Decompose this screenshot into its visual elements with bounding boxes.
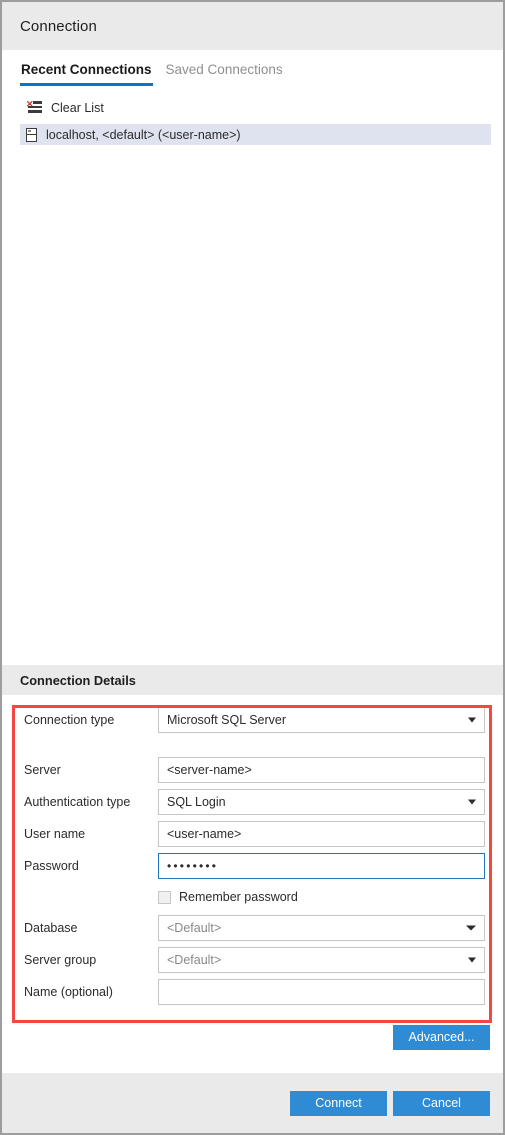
chevron-down-icon <box>466 925 476 931</box>
name-optional-label: Name (optional) <box>24 985 113 999</box>
server-value: <server-name> <box>167 763 252 777</box>
tab-saved-connections[interactable]: Saved Connections <box>165 62 284 87</box>
database-value: <Default> <box>167 921 222 935</box>
server-group-value: <Default> <box>167 953 222 967</box>
advanced-area: Advanced... <box>2 1011 503 1073</box>
connection-details-body: Connection type Microsoft SQL Server Ser… <box>2 695 503 1011</box>
chevron-down-icon <box>468 957 476 963</box>
user-name-label: User name <box>24 827 86 841</box>
password-label: Password <box>24 859 79 873</box>
database-select[interactable]: <Default> <box>158 915 485 941</box>
connection-type-value: Microsoft SQL Server <box>167 713 287 727</box>
list-item-label: localhost, <default> (<user-name>) <box>46 127 241 142</box>
form-row-database: Database <Default> <box>2 915 503 941</box>
form-row-password: Password •••••••• <box>2 853 503 879</box>
connection-type-select[interactable]: Microsoft SQL Server <box>158 707 485 733</box>
screen: Connection Recent Connections Saved Conn… <box>0 0 505 1135</box>
remember-password-row: Remember password <box>2 885 503 909</box>
recent-connections-list: ✕ Clear List localhost, <default> (<user… <box>2 86 503 665</box>
remember-password-label: Remember password <box>179 890 298 904</box>
page-title: Connection <box>20 17 97 35</box>
clear-list-button[interactable]: ✕ Clear List <box>2 96 503 120</box>
server-group-select[interactable]: <Default> <box>158 947 485 973</box>
server-input[interactable]: <server-name> <box>158 757 485 783</box>
server-label: Server <box>24 763 61 777</box>
clear-list-label: Clear List <box>51 101 104 115</box>
connection-details-header: Connection Details <box>2 665 503 695</box>
authentication-type-label: Authentication type <box>24 795 131 809</box>
clear-list-icon: ✕ <box>26 100 42 115</box>
list-bar <box>28 110 42 113</box>
form-row-server: Server <server-name> <box>2 757 503 783</box>
server-icon <box>26 127 37 142</box>
dialog-footer: Connect Cancel <box>2 1073 503 1133</box>
dialog-titlebar: Connection <box>2 2 503 50</box>
connection-dialog: Connection Recent Connections Saved Conn… <box>0 0 505 1135</box>
form-row-authentication-type: Authentication type SQL Login <box>2 789 503 815</box>
password-value: •••••••• <box>167 859 219 873</box>
form-row-user-name: User name <user-name> <box>2 821 503 847</box>
advanced-button[interactable]: Advanced... <box>393 1025 490 1050</box>
tab-bar: Recent Connections Saved Connections <box>2 50 503 86</box>
authentication-type-value: SQL Login <box>167 795 226 809</box>
remember-password-checkbox[interactable] <box>158 890 171 904</box>
connection-type-label: Connection type <box>24 713 115 727</box>
list-item[interactable]: localhost, <default> (<user-name>) <box>20 124 491 145</box>
name-optional-input[interactable] <box>158 979 485 1005</box>
database-label: Database <box>24 921 78 935</box>
user-name-value: <user-name> <box>167 827 242 841</box>
list-bar <box>28 105 42 108</box>
password-input[interactable]: •••••••• <box>158 853 485 879</box>
form-row-connection-type: Connection type Microsoft SQL Server <box>2 707 503 733</box>
server-group-label: Server group <box>24 953 97 967</box>
connect-button[interactable]: Connect <box>290 1090 387 1116</box>
connection-details-title: Connection Details <box>20 672 136 688</box>
form-row-server-group: Server group <Default> <box>2 947 503 973</box>
authentication-type-select[interactable]: SQL Login <box>158 789 485 815</box>
tab-recent-connections[interactable]: Recent Connections <box>20 62 153 86</box>
chevron-down-icon <box>468 717 476 723</box>
form-row-name-optional: Name (optional) <box>2 979 503 1005</box>
cancel-button[interactable]: Cancel <box>393 1090 490 1116</box>
chevron-down-icon <box>468 799 476 805</box>
list-bar <box>33 101 42 104</box>
user-name-input[interactable]: <user-name> <box>158 821 485 847</box>
